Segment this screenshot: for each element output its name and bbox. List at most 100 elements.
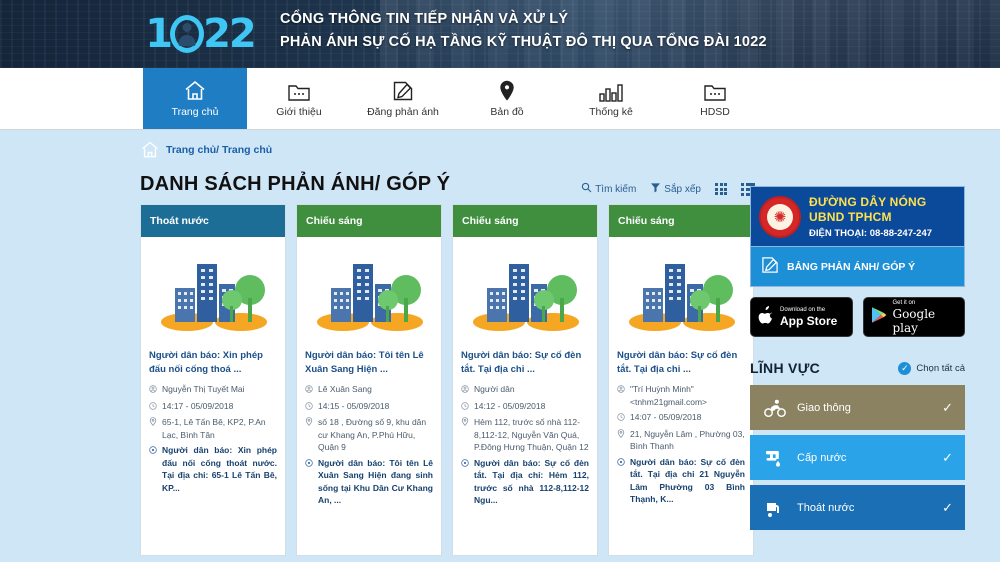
card-reporter: Lê Xuân Sang xyxy=(305,383,433,397)
map-pin-icon xyxy=(495,79,519,103)
card-reporter-text: Người dân xyxy=(474,384,515,394)
category-item-giao-thong[interactable]: Giao thông ✓ xyxy=(750,385,965,430)
info-icon xyxy=(617,456,626,506)
card-reporter: "Trí Huỳnh Minh" <tnhm21gmail.com> xyxy=(617,383,745,408)
nav-item-gioi-thieu[interactable]: Giới thiệu xyxy=(247,68,351,129)
card-description: Người dân báo: Xin phép đấu nối cống tho… xyxy=(149,444,277,494)
nav-item-ban-do[interactable]: Bản đồ xyxy=(455,68,559,129)
folder-icon xyxy=(703,79,727,103)
hotline-banner: ✺ ĐƯỜNG DÂY NÓNG UBND TPHCM ĐIỆN THOẠI: … xyxy=(750,186,965,247)
clock-icon xyxy=(305,400,314,414)
hotline-line1: ĐƯỜNG DÂY NÓNG xyxy=(809,195,927,209)
nav-item-trang-chu[interactable]: Trang chủ xyxy=(143,68,247,129)
card-time-text: 14:12 - 05/09/2018 xyxy=(474,400,546,411)
breadcrumb: Trang chủ/ Trang chủ xyxy=(140,130,965,162)
nav-label: Giới thiệu xyxy=(276,106,322,118)
app-store-button[interactable]: Download on the App Store xyxy=(750,297,853,337)
report-card[interactable]: Chiếu sáng xyxy=(296,204,442,556)
report-card[interactable]: Chiếu sáng xyxy=(608,204,754,556)
search-label: Tìm kiếm xyxy=(595,183,637,195)
breadcrumb-text[interactable]: Trang chủ/ Trang chủ xyxy=(166,144,272,156)
fields-section-header: LĨNH VỰC ✓ Chọn tất cả xyxy=(750,351,965,385)
folder-icon xyxy=(287,79,311,103)
nav-label: Đăng phản ánh xyxy=(367,106,439,118)
clock-icon xyxy=(617,411,626,425)
category-check-icon: ✓ xyxy=(942,499,953,515)
google-play-icon xyxy=(871,306,887,329)
user-icon xyxy=(149,383,158,397)
drain-icon xyxy=(762,495,788,521)
grid-view-icon[interactable] xyxy=(715,183,727,195)
card-body: Người dân báo: Sự cố đèn tắt. Tại địa ch… xyxy=(609,345,753,515)
nav-item-hdsd[interactable]: HDSD xyxy=(663,68,767,129)
card-title[interactable]: Người dân báo: Sự cố đèn tắt. Tại địa ch… xyxy=(617,349,745,377)
edit-note-icon xyxy=(391,79,415,103)
nav-label: Bản đồ xyxy=(490,106,524,118)
category-check-icon: ✓ xyxy=(942,399,953,415)
category-label: Giao thông xyxy=(797,401,851,414)
info-icon xyxy=(461,457,470,507)
card-address: 65-1, Lê Tấn Bê, KP2, P.An Lạc, Bình Tân xyxy=(149,416,277,441)
nav-item-dang-phan-anh[interactable]: Đăng phản ánh xyxy=(351,68,455,129)
category-item-cap-nuoc[interactable]: Cấp nước ✓ xyxy=(750,435,965,480)
select-all-label: Chọn tất cả xyxy=(916,362,965,374)
app-store-text: Download on the App Store xyxy=(780,306,837,328)
page-content: Trang chủ/ Trang chủ DANH SÁCH PHẢN ÁNH/… xyxy=(0,130,1000,562)
google-play-top: Get it on xyxy=(892,300,916,306)
google-play-button[interactable]: Get it on Google play xyxy=(862,297,965,337)
card-description: Người dân báo: Sự cố đèn tắt. Tại địa ch… xyxy=(461,457,589,507)
check-circle-icon: ✓ xyxy=(898,361,912,375)
category-label: Cấp nước xyxy=(797,451,847,464)
card-address-text: số 18 , Đường số 9, khu dân cư Khang An,… xyxy=(318,417,427,452)
app-store-bottom: App Store xyxy=(780,314,838,328)
app-store-badges: Download on the App Store Get it on Goog… xyxy=(750,297,965,337)
card-description: Người dân báo: Tôi tên Lê Xuân Sang Hiện… xyxy=(305,457,433,507)
card-reporter-text: Nguyễn Thị Tuyết Mai xyxy=(162,384,245,394)
nav-label: Thống kê xyxy=(589,106,633,118)
category-item-thoat-nuoc[interactable]: Thoát nước ✓ xyxy=(750,485,965,530)
card-body: Người dân báo: Sự cố đèn tắt. Tại địa ch… xyxy=(453,345,597,516)
card-category-label: Chiếu sáng xyxy=(462,215,519,227)
report-card[interactable]: Thoát nước Người dân báo: Xin phép đấu n… xyxy=(140,204,286,556)
select-all-toggle[interactable]: ✓ Chọn tất cả xyxy=(898,361,965,375)
list-toolbar: Tìm kiếm Sắp xếp xyxy=(581,182,755,196)
card-description-text: Người dân báo: Xin phép đấu nối cống tho… xyxy=(162,445,277,493)
card-address: số 18 , Đường số 9, khu dân cư Khang An,… xyxy=(305,416,433,454)
header-title-line1: CỔNG THÔNG TIN TIẾP NHẬN VÀ XỬ LÝ xyxy=(280,11,569,27)
category-label: Thoát nước xyxy=(797,501,855,514)
map-pin-icon xyxy=(149,416,158,441)
hotline-line2: UBND TPHCM xyxy=(809,210,892,224)
edit-note-icon xyxy=(760,255,780,278)
card-time: 14:07 - 05/09/2018 xyxy=(617,411,745,425)
nav-label: Trang chủ xyxy=(171,106,219,118)
card-address: Hẻm 112, trước số nhà 112-8,112-12, Nguy… xyxy=(461,416,589,454)
card-description: Người dân báo: Sự cố đèn tắt. Tại địa ch… xyxy=(617,456,745,506)
card-reporter-text: "Trí Huỳnh Minh" <tnhm21gmail.com> xyxy=(630,384,708,407)
site-logo[interactable]: 1 22 xyxy=(140,6,260,62)
card-category-label: Chiếu sáng xyxy=(618,215,675,227)
filter-icon xyxy=(650,182,661,196)
map-pin-icon xyxy=(617,428,626,453)
card-illustration xyxy=(453,237,597,345)
faucet-icon xyxy=(762,445,788,471)
report-feedback-label: BẢNG PHẢN ÁNH/ GÓP Ý xyxy=(787,260,916,273)
card-address-text: 65-1, Lê Tấn Bê, KP2, P.An Lạc, Bình Tân xyxy=(162,417,266,440)
google-play-bottom: Google play xyxy=(892,307,936,335)
card-title[interactable]: Người dân báo: Tôi tên Lê Xuân Sang Hiện… xyxy=(305,349,433,377)
card-reporter: Nguyễn Thị Tuyết Mai xyxy=(149,383,277,397)
card-time-text: 14:07 - 05/09/2018 xyxy=(630,412,702,422)
sort-button[interactable]: Sắp xếp xyxy=(650,182,701,196)
search-button[interactable]: Tìm kiếm xyxy=(581,182,636,196)
logo-digit-1: 1 xyxy=(145,11,173,57)
card-title[interactable]: Người dân báo: Xin phép đấu nối cống tho… xyxy=(149,349,277,377)
card-address-text: Hẻm 112, trước số nhà 112-8,112-12, Nguy… xyxy=(474,417,589,452)
nav-item-thong-ke[interactable]: Thống kê xyxy=(559,68,663,129)
report-card[interactable]: Chiếu sáng xyxy=(452,204,598,556)
card-address: 21, Nguyễn Lâm , Phường 03, Bình Thạnh xyxy=(617,428,745,453)
card-title[interactable]: Người dân báo: Sự cố đèn tắt. Tại địa ch… xyxy=(461,349,589,377)
logo-digit-22: 22 xyxy=(203,11,257,57)
home-outline-icon[interactable] xyxy=(140,140,160,160)
card-category-header: Thoát nước xyxy=(141,205,285,237)
apple-icon xyxy=(758,305,774,329)
report-feedback-button[interactable]: BẢNG PHẢN ÁNH/ GÓP Ý xyxy=(750,247,965,287)
